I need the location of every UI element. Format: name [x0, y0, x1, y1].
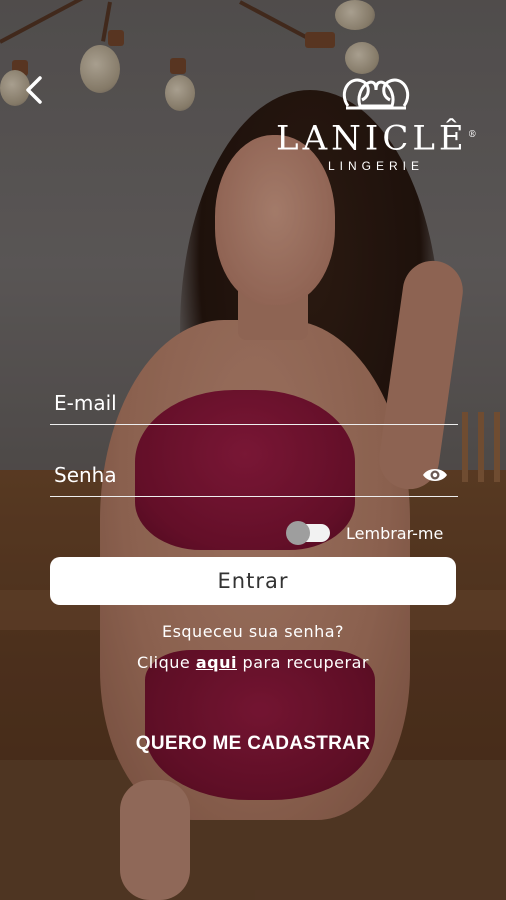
recovery-link[interactable]: aqui	[196, 653, 237, 672]
login-button[interactable]: Entrar	[50, 557, 456, 605]
remember-me[interactable]: Lembrar-me	[286, 520, 444, 546]
toggle-knob	[286, 521, 310, 545]
eye-icon[interactable]	[422, 466, 448, 484]
recovery-line: Clique aqui para recuperar	[0, 653, 506, 672]
recovery-prefix: Clique	[137, 653, 196, 672]
back-button[interactable]	[20, 74, 52, 106]
forgot-password-text: Esqueceu sua senha?	[161, 622, 345, 641]
email-field[interactable]	[50, 378, 458, 425]
remember-label: Lembrar-me	[346, 523, 444, 543]
brand-logo: LANICLÊ® LINGERIE	[276, 70, 477, 174]
password-input[interactable]	[52, 462, 416, 488]
chevron-left-icon	[26, 76, 42, 104]
recovery-suffix: para recuperar	[236, 653, 369, 672]
email-input[interactable]	[52, 390, 416, 416]
password-field[interactable]	[50, 450, 458, 497]
remember-toggle[interactable]	[286, 521, 330, 545]
brand-subtitle: LINGERIE	[327, 159, 424, 174]
brand-name: LANICLÊ®	[276, 118, 477, 159]
logo-mark-icon	[342, 78, 410, 110]
register-link[interactable]: QUERO ME CADASTRAR	[0, 733, 506, 755]
